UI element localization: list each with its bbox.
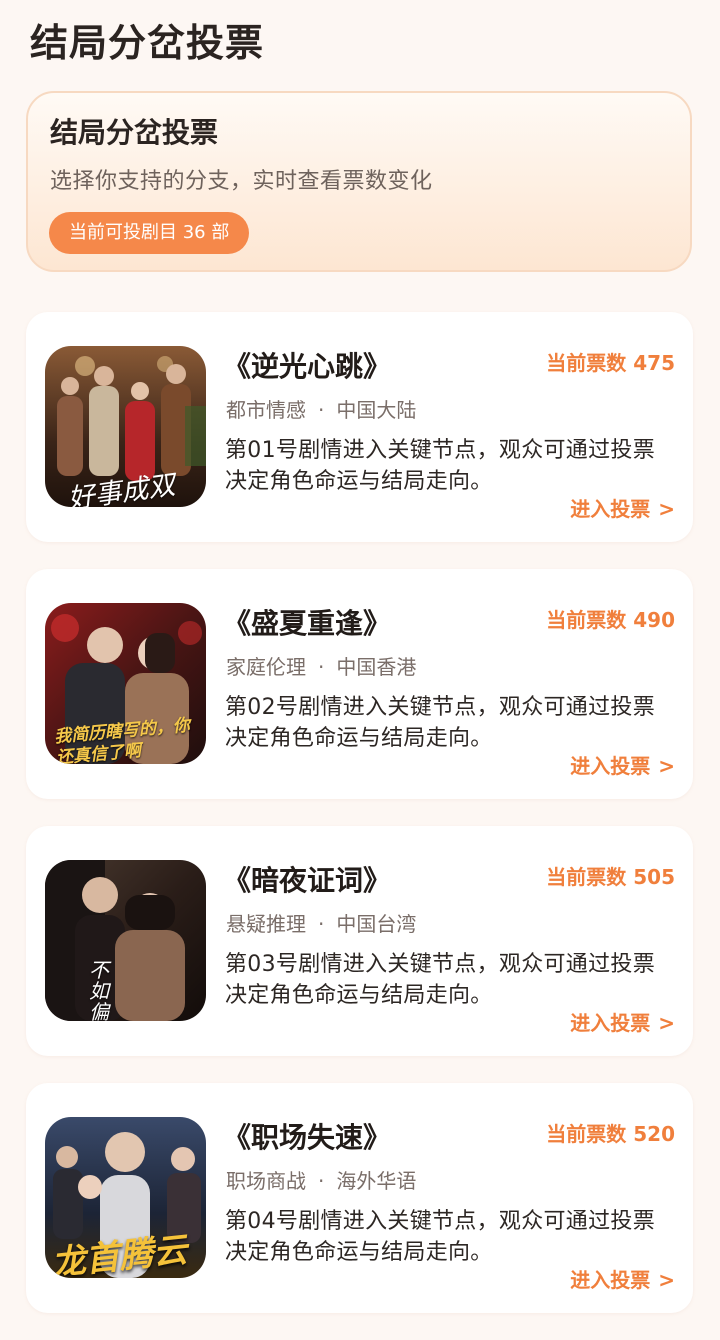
hero-subtitle: 选择你支持的分支，实时查看票数变化 <box>50 169 433 194</box>
drama-title[interactable]: 《职场失速》 <box>223 1119 391 1157</box>
enter-vote-button[interactable]: 进入投票 > <box>570 495 675 523</box>
cover-title-art: 不如偏 <box>89 958 109 1022</box>
drama-cover-image[interactable]: 龙首腾云 <box>45 1117 206 1278</box>
chevron-right-icon: > <box>658 1011 675 1035</box>
vote-count: 当前票数 520 <box>546 1122 675 1146</box>
vote-count: 当前票数 490 <box>546 608 675 632</box>
drama-title[interactable]: 《逆光心跳》 <box>223 348 391 386</box>
drama-description: 第04号剧情进入关键节点，观众可通过投票决定角色命运与结局走向。 <box>225 1209 655 1265</box>
drama-title[interactable]: 《暗夜证词》 <box>223 862 391 900</box>
chevron-right-icon: > <box>658 497 675 521</box>
chevron-right-icon: > <box>658 1268 675 1292</box>
drama-description: 第01号剧情进入关键节点，观众可通过投票决定角色命运与结局走向。 <box>225 438 655 494</box>
enter-vote-label: 进入投票 <box>570 1011 651 1035</box>
enter-vote-button[interactable]: 进入投票 > <box>570 1266 675 1294</box>
vote-count: 当前票数 505 <box>546 865 675 889</box>
region-tag: 海外华语 <box>336 1169 417 1193</box>
region-tag: 中国香港 <box>336 655 417 679</box>
drama-card-list: 好事成双 《逆光心跳》 当前票数 475 都市情感 · 中国大陆 第01号剧情进入关… <box>26 312 693 1340</box>
drama-description: 第02号剧情进入关键节点，观众可通过投票决定角色命运与结局走向。 <box>225 695 655 751</box>
meta-separator: · <box>318 912 325 936</box>
drama-meta: 职场商战 · 海外华语 <box>226 1167 416 1195</box>
meta-separator: · <box>318 398 325 422</box>
enter-vote-button[interactable]: 进入投票 > <box>570 1009 675 1037</box>
enter-vote-label: 进入投票 <box>570 497 651 521</box>
genre-tag: 职场商战 <box>226 1169 306 1193</box>
genre-tag: 悬疑推理 <box>226 912 306 936</box>
drama-description: 第03号剧情进入关键节点，观众可通过投票决定角色命运与结局走向。 <box>225 952 655 1008</box>
chevron-right-icon: > <box>658 754 675 778</box>
drama-card[interactable]: 我简历瞎写的，你还真信了啊 《盛夏重逢》 当前票数 490 家庭伦理 · 中国香港 … <box>26 569 693 799</box>
page-title: 结局分岔投票 <box>30 21 265 65</box>
hero-title: 结局分岔投票 <box>50 116 219 149</box>
region-tag: 中国台湾 <box>336 912 417 936</box>
enter-vote-label: 进入投票 <box>570 754 651 778</box>
drama-cover-image[interactable]: 不如偏 <box>45 860 206 1021</box>
enter-vote-label: 进入投票 <box>570 1268 651 1292</box>
drama-card[interactable]: 不如偏 《暗夜证词》 当前票数 505 悬疑推理 · 中国台湾 第03号剧情进入关键… <box>26 826 693 1056</box>
genre-tag: 都市情感 <box>226 398 306 422</box>
drama-card[interactable]: 好事成双 《逆光心跳》 当前票数 475 都市情感 · 中国大陆 第01号剧情进入关… <box>26 312 693 542</box>
enter-vote-button[interactable]: 进入投票 > <box>570 752 675 780</box>
genre-tag: 家庭伦理 <box>226 655 306 679</box>
meta-separator: · <box>318 655 325 679</box>
meta-separator: · <box>318 1169 325 1193</box>
vote-count: 当前票数 475 <box>546 351 675 375</box>
drama-cover-image[interactable]: 我简历瞎写的，你还真信了啊 <box>45 603 206 764</box>
drama-meta: 家庭伦理 · 中国香港 <box>226 653 416 681</box>
drama-meta: 悬疑推理 · 中国台湾 <box>226 910 416 938</box>
drama-cover-image[interactable]: 好事成双 <box>45 346 206 507</box>
drama-meta: 都市情感 · 中国大陆 <box>226 396 416 424</box>
drama-title[interactable]: 《盛夏重逢》 <box>223 605 391 643</box>
region-tag: 中国大陆 <box>336 398 417 422</box>
cover-poster <box>45 860 206 1021</box>
drama-card[interactable]: 龙首腾云 《职场失速》 当前票数 520 职场商战 · 海外华语 第04号剧情进入关… <box>26 1083 693 1313</box>
hero-banner: 结局分岔投票 选择你支持的分支，实时查看票数变化 当前可投剧目 36 部 <box>26 91 692 272</box>
available-count-badge: 当前可投剧目 36 部 <box>49 212 250 254</box>
